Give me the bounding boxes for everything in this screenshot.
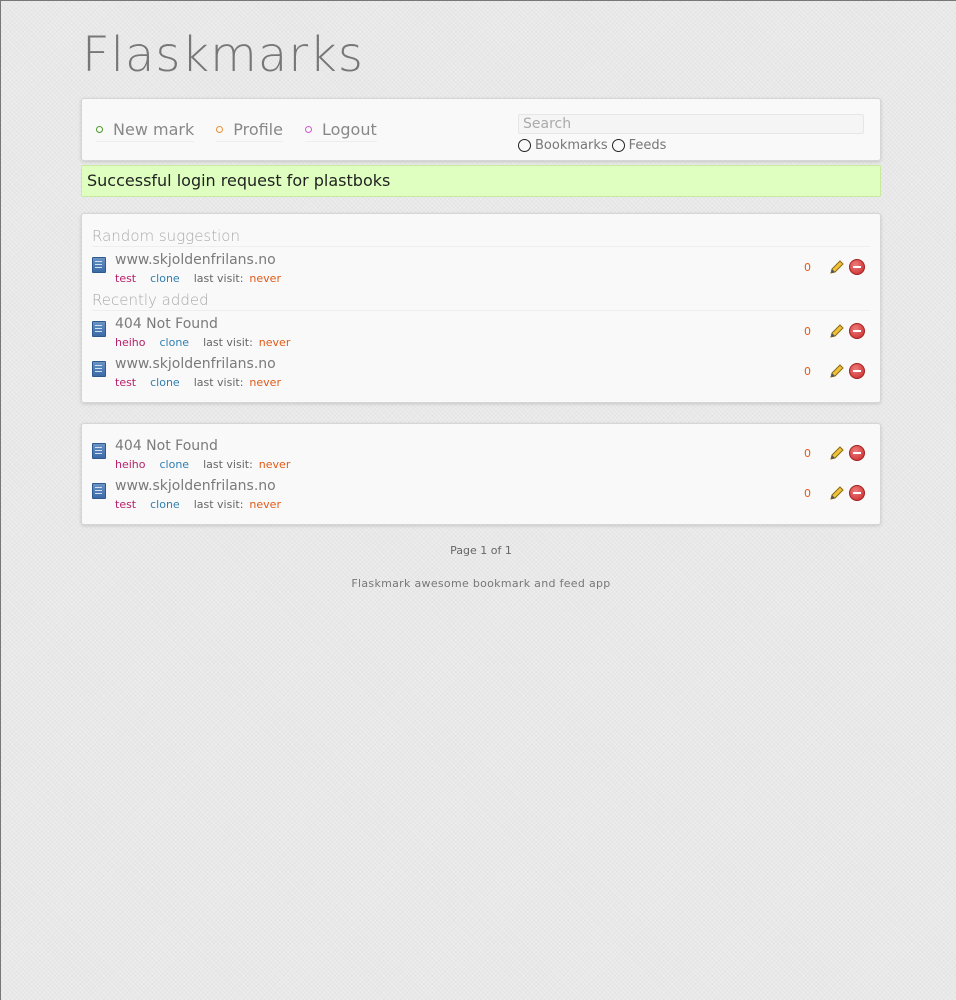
click-count: 0 (804, 365, 811, 378)
mark-meta: heiho clone last visit: never (115, 458, 290, 471)
pencil-icon[interactable] (829, 259, 845, 275)
last-visit-label: last visit: (193, 272, 244, 285)
search-type-group: Bookmarks Feeds (518, 138, 670, 153)
search-input[interactable] (518, 114, 864, 134)
delete-icon[interactable] (849, 485, 865, 501)
last-visit-label: last visit: (193, 498, 244, 511)
radio-feeds[interactable]: Feeds (611, 138, 667, 153)
delete-icon[interactable] (849, 259, 865, 275)
list-item: www.skjoldenfrilans.no test clone last v… (92, 478, 870, 514)
tag-link[interactable]: heiho (115, 336, 146, 349)
bookmarks-list-panel: 404 Not Found heiho clone last visit: ne… (81, 423, 881, 525)
last-visit-value: never (258, 458, 291, 471)
mark-title-link[interactable]: www.skjoldenfrilans.no (115, 478, 276, 494)
bookmark-icon (92, 321, 106, 337)
tag-link[interactable]: heiho (115, 458, 146, 471)
mark-title-link[interactable]: www.skjoldenfrilans.no (115, 356, 276, 372)
recently-added-heading: Recently added (92, 291, 870, 311)
bookmark-icon (92, 257, 106, 273)
tag-link[interactable]: test (115, 498, 136, 511)
last-visit-label: last visit: (193, 376, 244, 389)
delete-icon[interactable] (849, 445, 865, 461)
list-item: www.skjoldenfrilans.no test clone last v… (92, 252, 870, 288)
tag-link[interactable]: test (115, 376, 136, 389)
new-mark-label: New mark (113, 120, 195, 139)
bullet-icon (304, 126, 312, 133)
main-menu: New mark Profile Logout (96, 120, 377, 142)
clone-link[interactable]: clone (150, 498, 180, 511)
logout-link[interactable]: Logout (304, 120, 377, 142)
random-suggestion-heading: Random suggestion (92, 227, 870, 247)
mark-meta: test clone last visit: never (115, 498, 281, 511)
clone-link[interactable]: clone (150, 376, 180, 389)
flash-text: Successful login request for plastboks (87, 171, 391, 190)
mark-title-link[interactable]: www.skjoldenfrilans.no (115, 252, 276, 268)
mark-meta: heiho clone last visit: never (115, 336, 290, 349)
last-visit-value: never (249, 272, 281, 285)
delete-icon[interactable] (849, 323, 865, 339)
last-visit-value: never (258, 336, 291, 349)
footer-text: Flaskmark awesome bookmark and feed app (351, 577, 611, 590)
list-item: 404 Not Found heiho clone last visit: ne… (92, 438, 870, 474)
radio-feeds-label: Feeds (628, 138, 667, 153)
last-visit-value: never (249, 376, 281, 389)
profile-link[interactable]: Profile (216, 120, 283, 142)
mark-title-link[interactable]: 404 Not Found (115, 438, 218, 454)
click-count: 0 (804, 447, 811, 460)
bookmark-icon (92, 443, 106, 459)
click-count: 0 (804, 325, 811, 338)
mark-meta: test clone last visit: never (115, 272, 281, 285)
mark-title-link[interactable]: 404 Not Found (115, 316, 218, 332)
radio-circle-icon[interactable] (611, 139, 625, 152)
bullet-icon (216, 126, 224, 133)
pencil-icon[interactable] (829, 363, 845, 379)
pencil-icon[interactable] (829, 323, 845, 339)
radio-bookmarks-label: Bookmarks (535, 138, 608, 153)
radio-bookmarks[interactable]: Bookmarks (518, 138, 608, 153)
tag-link[interactable]: test (115, 272, 136, 285)
bullet-icon (96, 126, 103, 133)
bookmark-icon (92, 361, 106, 377)
list-item: 404 Not Found heiho clone last visit: ne… (92, 316, 870, 352)
clone-link[interactable]: clone (160, 458, 190, 471)
click-count: 0 (804, 487, 811, 500)
last-visit-label: last visit: (203, 458, 253, 471)
site-title[interactable]: Flaskmarks (82, 25, 364, 85)
pagination-text: Page 1 of 1 (450, 544, 512, 557)
new-mark-link[interactable]: New mark (96, 120, 195, 142)
suggestions-panel: Random suggestion www.skjoldenfrilans.no… (81, 213, 881, 403)
click-count: 0 (804, 261, 811, 274)
delete-icon[interactable] (849, 363, 865, 379)
last-visit-value: never (249, 498, 281, 511)
pencil-icon[interactable] (829, 445, 845, 461)
profile-label: Profile (233, 120, 283, 139)
logout-label: Logout (321, 120, 377, 139)
clone-link[interactable]: clone (150, 272, 180, 285)
nav-bar: New mark Profile Logout Bookmarks Feeds (81, 98, 881, 161)
pencil-icon[interactable] (829, 485, 845, 501)
radio-circle-icon[interactable] (518, 139, 531, 152)
clone-link[interactable]: clone (160, 336, 190, 349)
flash-message: Successful login request for plastboks (81, 165, 881, 197)
bookmark-icon (92, 483, 106, 499)
mark-meta: test clone last visit: never (115, 376, 281, 389)
last-visit-label: last visit: (203, 336, 253, 349)
list-item: www.skjoldenfrilans.no test clone last v… (92, 356, 870, 392)
